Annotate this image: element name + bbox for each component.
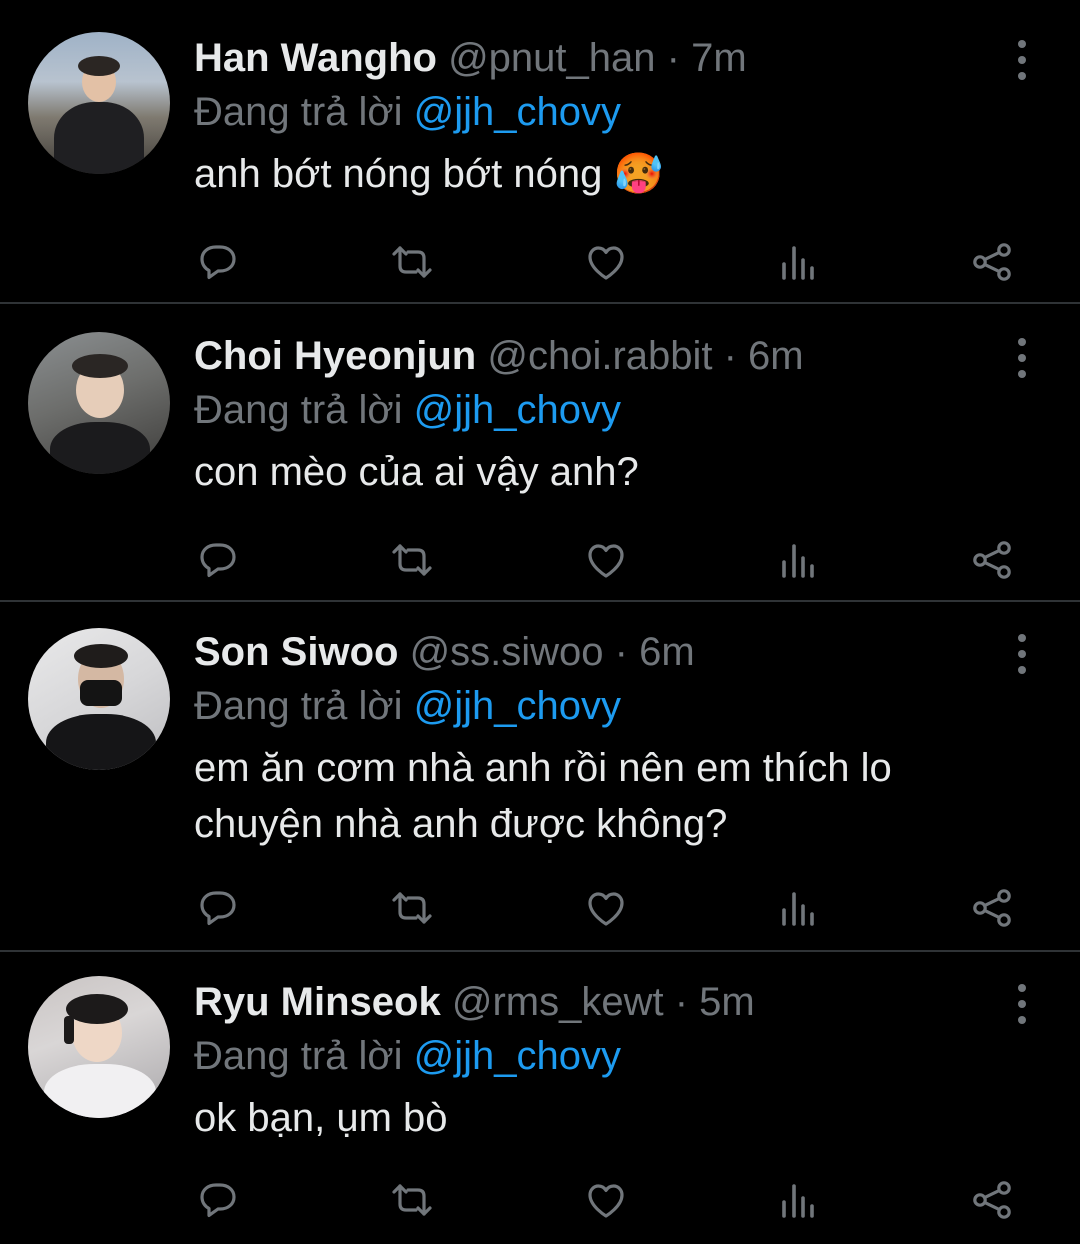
retweet-icon[interactable]: [388, 536, 436, 584]
tweet[interactable]: Son Siwoo @ss.siwoo · 6m Đang trả lời @j…: [0, 602, 1080, 952]
tweet-text: anh bớt nóng bớt nóng 🥵: [194, 152, 664, 196]
views-icon[interactable]: [774, 536, 822, 584]
replying-to: Đang trả lời @jjh_chovy: [194, 682, 1020, 730]
tweet-actions: [194, 884, 1024, 932]
author-name[interactable]: Ryu Minseok: [194, 980, 441, 1024]
retweet-icon[interactable]: [388, 884, 436, 932]
reply-icon[interactable]: [194, 884, 242, 932]
mention-link[interactable]: @jjh_chovy: [414, 90, 621, 134]
author-handle[interactable]: @choi.rabbit: [487, 334, 712, 378]
mention-link[interactable]: @jjh_chovy: [414, 1034, 621, 1078]
tweet-header: Choi Hyeonjun @choi.rabbit · 6m: [194, 332, 1020, 380]
author-handle[interactable]: @rms_kewt: [452, 980, 664, 1024]
tweet-text: con mèo của ai vậy anh?: [194, 450, 639, 494]
replying-to: Đang trả lời @jjh_chovy: [194, 386, 1020, 434]
author-handle[interactable]: @ss.siwoo: [410, 630, 604, 674]
tweet-actions: [194, 238, 1024, 286]
replying-prefix: Đang trả lời: [194, 388, 403, 432]
more-options-icon[interactable]: [1010, 40, 1034, 80]
share-icon[interactable]: [968, 884, 1016, 932]
timestamp[interactable]: · 5m: [675, 980, 755, 1024]
replying-prefix: Đang trả lời: [194, 684, 403, 728]
tweet-text: em ăn cơm nhà anh rồi nên em thích lo ch…: [194, 746, 892, 846]
author-handle[interactable]: @pnut_han: [448, 36, 655, 80]
replying-to: Đang trả lời @jjh_chovy: [194, 1032, 1020, 1080]
views-icon[interactable]: [774, 1176, 822, 1224]
author-name[interactable]: Choi Hyeonjun: [194, 334, 476, 378]
tweet-text: ok bạn, ụm bò: [194, 1096, 448, 1140]
views-icon[interactable]: [774, 238, 822, 286]
reply-icon[interactable]: [194, 238, 242, 286]
tweet-header: Han Wangho @pnut_han · 7m: [194, 34, 1020, 82]
avatar[interactable]: [28, 32, 170, 174]
author-name[interactable]: Han Wangho: [194, 36, 437, 80]
reply-icon[interactable]: [194, 1176, 242, 1224]
tweet[interactable]: Choi Hyeonjun @choi.rabbit · 6m Đang trả…: [0, 304, 1080, 602]
timestamp[interactable]: · 6m: [615, 630, 695, 674]
tweet-actions: [194, 536, 1024, 584]
tweet-header: Son Siwoo @ss.siwoo · 6m: [194, 628, 1020, 676]
tweet[interactable]: Ryu Minseok @rms_kewt · 5m Đang trả lời …: [0, 952, 1080, 1244]
more-options-icon[interactable]: [1010, 338, 1034, 378]
like-icon[interactable]: [582, 238, 630, 286]
timestamp[interactable]: · 7m: [667, 36, 747, 80]
like-icon[interactable]: [582, 536, 630, 584]
timestamp[interactable]: · 6m: [724, 334, 804, 378]
share-icon[interactable]: [968, 1176, 1016, 1224]
retweet-icon[interactable]: [388, 238, 436, 286]
replying-to: Đang trả lời @jjh_chovy: [194, 88, 1020, 136]
reply-icon[interactable]: [194, 536, 242, 584]
avatar[interactable]: [28, 332, 170, 474]
tweet[interactable]: Han Wangho @pnut_han · 7m Đang trả lời @…: [0, 0, 1080, 304]
mention-link[interactable]: @jjh_chovy: [414, 388, 621, 432]
tweet-actions: [194, 1176, 1024, 1224]
avatar[interactable]: [28, 628, 170, 770]
mention-link[interactable]: @jjh_chovy: [414, 684, 621, 728]
tweet-header: Ryu Minseok @rms_kewt · 5m: [194, 978, 1020, 1026]
retweet-icon[interactable]: [388, 1176, 436, 1224]
like-icon[interactable]: [582, 884, 630, 932]
like-icon[interactable]: [582, 1176, 630, 1224]
author-name[interactable]: Son Siwoo: [194, 630, 398, 674]
more-options-icon[interactable]: [1010, 634, 1034, 674]
avatar[interactable]: [28, 976, 170, 1118]
replying-prefix: Đang trả lời: [194, 90, 403, 134]
share-icon[interactable]: [968, 536, 1016, 584]
replying-prefix: Đang trả lời: [194, 1034, 403, 1078]
more-options-icon[interactable]: [1010, 984, 1034, 1024]
views-icon[interactable]: [774, 884, 822, 932]
share-icon[interactable]: [968, 238, 1016, 286]
